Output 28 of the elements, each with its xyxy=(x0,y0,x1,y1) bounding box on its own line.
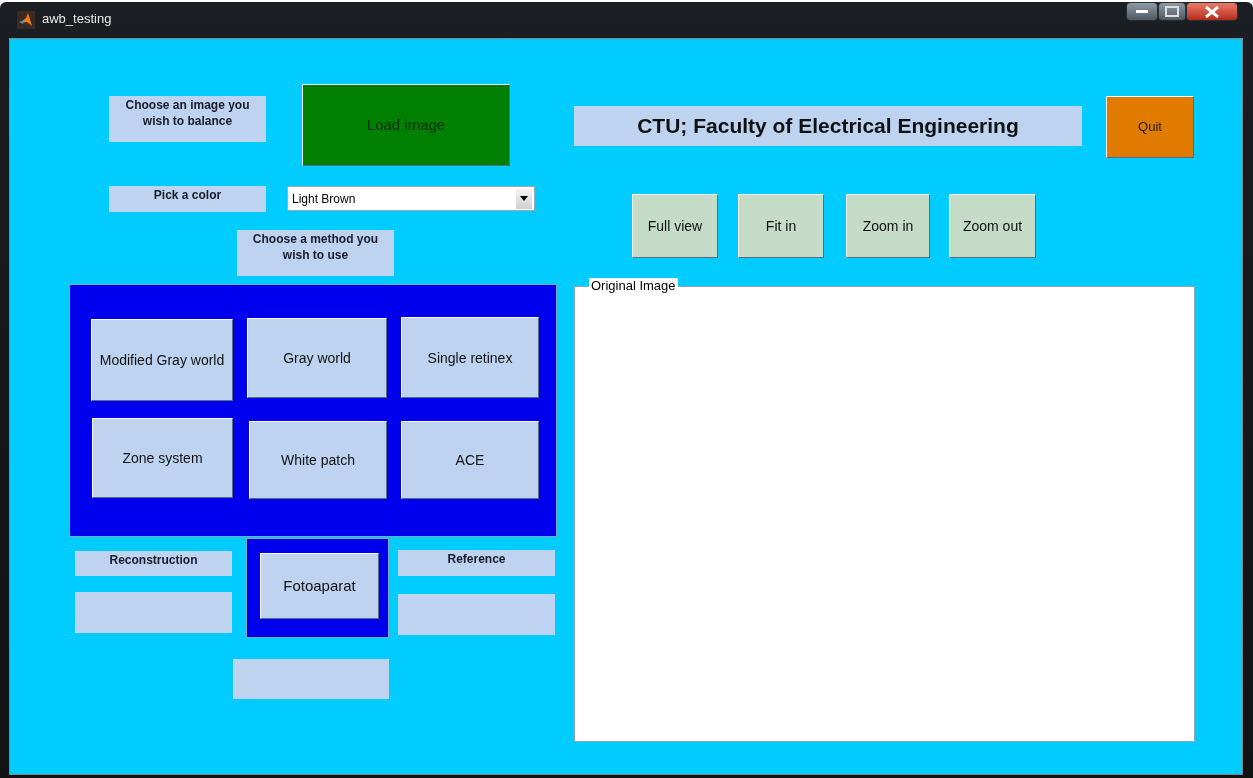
panel-title: Original Image xyxy=(589,278,678,293)
header-title: CTU; Faculty of Electrical Engineering xyxy=(574,106,1082,146)
method-button[interactable]: Modified Gray world xyxy=(91,319,233,401)
minimize-icon xyxy=(1136,10,1148,13)
text-label: Pick a color xyxy=(109,186,266,212)
method-button[interactable]: Gray world xyxy=(247,318,387,398)
view-button[interactable]: Fit in xyxy=(738,194,824,258)
window-title: awb_testing xyxy=(42,10,113,28)
view-button[interactable]: Full view xyxy=(632,194,718,258)
method-button[interactable]: ACE xyxy=(401,421,539,499)
text-label: Choose an image you wish to balance xyxy=(109,96,266,142)
method-button[interactable]: Single retinex xyxy=(401,317,539,398)
view-button[interactable]: Zoom out xyxy=(949,194,1036,258)
app-icon xyxy=(17,11,35,29)
maximize-icon xyxy=(1165,6,1179,17)
text-label: Reconstruction xyxy=(75,551,232,576)
text-label: Choose a method you wish to use xyxy=(237,230,394,276)
method-button[interactable]: Zone system xyxy=(92,418,233,498)
view-button[interactable]: Zoom in xyxy=(846,194,930,258)
minimize-button[interactable] xyxy=(1126,2,1158,21)
color-dropdown[interactable]: Light Brown xyxy=(287,186,535,211)
maximize-button[interactable] xyxy=(1158,2,1186,21)
quit-button[interactable]: Quit xyxy=(1106,96,1194,158)
camera-button[interactable]: Fotoaparat xyxy=(260,553,379,619)
close-icon xyxy=(1205,5,1219,18)
method-button[interactable]: White patch xyxy=(249,421,387,499)
text-label: Reference xyxy=(398,550,555,576)
close-button[interactable] xyxy=(1186,2,1238,21)
